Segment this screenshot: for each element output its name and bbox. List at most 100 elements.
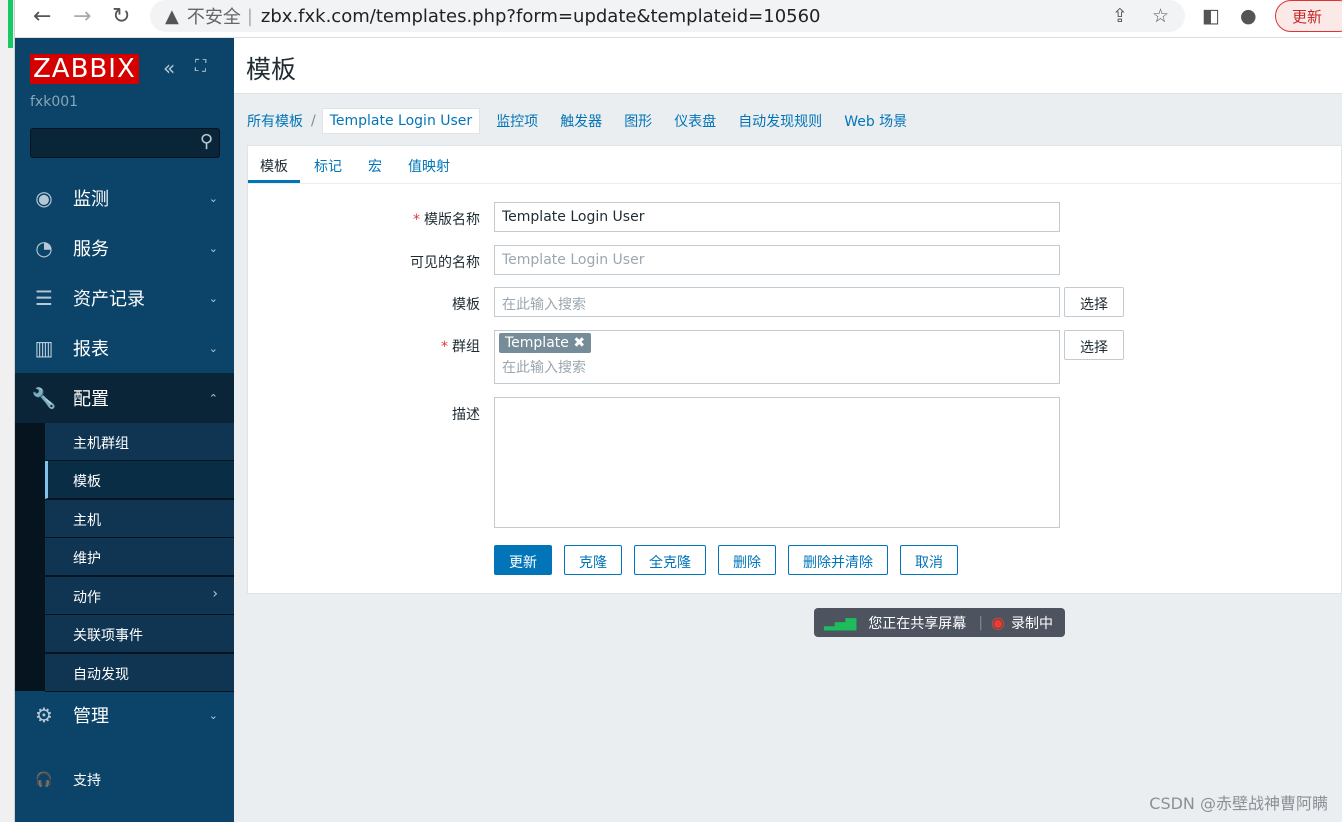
share-icon[interactable]: ⇪ — [1112, 5, 1128, 27]
name-label: * 模版名称 — [413, 212, 480, 228]
star-icon[interactable]: ☆ — [1152, 5, 1169, 27]
visible-name-label: 可见的名称 — [410, 255, 480, 271]
tab-template[interactable]: 模板 — [248, 146, 300, 183]
chevron-right-icon: › — [212, 586, 218, 602]
menu-administration[interactable]: ⚙ 管理 ⌄ — [15, 690, 234, 740]
update-button[interactable]: 更新 — [494, 545, 552, 575]
menu-configuration[interactable]: 🔧 配置 ⌃ — [15, 373, 234, 423]
submenu-maintenance[interactable]: 维护 — [45, 538, 234, 576]
back-icon[interactable]: ← — [33, 4, 51, 29]
menu-label: 资产记录 — [73, 289, 145, 310]
headset-icon: 🎧 — [35, 772, 53, 788]
link-dashboards[interactable]: 仪表盘 — [674, 111, 716, 131]
security-label: 不安全 — [186, 7, 241, 28]
submenu-host-groups[interactable]: 主机群组 — [45, 423, 234, 461]
link-triggers[interactable]: 触发器 — [560, 111, 602, 131]
chevron-down-icon: ⌄ — [208, 708, 218, 722]
clone-button[interactable]: 克隆 — [564, 545, 622, 575]
recording-text: 录制中 — [1011, 615, 1053, 632]
templates-select-button[interactable]: 选择 — [1064, 287, 1124, 317]
tab-macros[interactable]: 宏 — [356, 146, 394, 183]
reload-icon[interactable]: ↻ — [112, 4, 130, 29]
delete-and-clear-button[interactable]: 删除并清除 — [788, 545, 888, 575]
link-discovery-rules[interactable]: 自动发现规则 — [738, 111, 822, 131]
menu-label: 配置 — [73, 389, 109, 410]
menu-label: 支持 — [73, 773, 101, 789]
full-clone-button[interactable]: 全克隆 — [634, 545, 706, 575]
browser-update-button[interactable]: 更新 — [1275, 0, 1342, 32]
templates-search-input[interactable]: 在此输入搜索 — [494, 287, 1060, 317]
collapse-icon[interactable]: « — [163, 56, 175, 80]
chevron-down-icon: ⌄ — [208, 341, 218, 355]
breadcrumb-current-template[interactable]: Template Login User — [321, 108, 481, 134]
menu-label: 报表 — [73, 339, 109, 360]
signal-icon: ▂▄▆ — [824, 614, 857, 631]
eye-icon: ◉ — [35, 186, 53, 210]
page-header: 模板 — [234, 38, 1342, 94]
form-buttons: 更新 克隆 全克隆 删除 删除并清除 取消 — [494, 545, 958, 575]
form-tabs: 模板 标记 宏 值映射 — [248, 146, 1341, 184]
groups-multiselect[interactable]: Template ✖ 在此输入搜索 — [494, 330, 1060, 384]
group-tag: Template ✖ — [499, 333, 592, 353]
menu-inventory[interactable]: ☰ 资产记录 ⌄ — [15, 273, 234, 323]
zabbix-logo[interactable]: ZABBIX — [30, 54, 139, 84]
delete-button[interactable]: 删除 — [718, 545, 776, 575]
kiosk-icon[interactable]: ⛶ — [195, 56, 206, 76]
address-bar[interactable]: ▲ 不安全 | zbx.fxk.com/templates.php?form=u… — [150, 0, 1185, 32]
visible-name-input[interactable]: Template Login User — [494, 245, 1060, 275]
cancel-button[interactable]: 取消 — [900, 545, 958, 575]
submenu-discovery[interactable]: 自动发现 — [45, 654, 234, 692]
submenu-templates[interactable]: 模板 — [45, 461, 234, 499]
browser-toolbar: ← → ↻ ▲ 不安全 | zbx.fxk.com/templates.php?… — [15, 0, 1342, 38]
groups-search-input[interactable]: 在此输入搜索 — [499, 353, 1055, 377]
screen-share-indicator: ▂▄▆ 您正在共享屏幕 | ◉ 录制中 — [814, 608, 1065, 637]
link-items[interactable]: 监控项 — [496, 111, 538, 131]
menu-label: 管理 — [73, 706, 109, 727]
menu-support[interactable]: 🎧 支持 — [15, 755, 234, 805]
chevron-up-icon: ⌃ — [208, 391, 218, 405]
breadcrumb-all-templates[interactable]: 所有模板 — [247, 111, 303, 131]
description-textarea[interactable] — [494, 397, 1060, 528]
submenu-actions[interactable]: 动作 › — [45, 577, 234, 615]
groups-select-button[interactable]: 选择 — [1064, 330, 1124, 360]
template-name-input[interactable]: Template Login User — [494, 202, 1060, 232]
background-window-edge — [0, 0, 15, 822]
share-text: 您正在共享屏幕 — [868, 615, 967, 632]
watermark: CSDN @赤壁战神曹阿瞒 — [1149, 794, 1328, 813]
groups-label: * 群组 — [441, 339, 480, 355]
link-web-scenarios[interactable]: Web 场景 — [844, 111, 907, 131]
menu-label: 服务 — [73, 239, 109, 260]
chevron-down-icon: ⌄ — [208, 191, 218, 205]
sidebar-search-input[interactable]: ⚲ — [30, 128, 220, 158]
tab-value-mapping[interactable]: 值映射 — [396, 146, 462, 183]
menu-label: 监测 — [73, 189, 109, 210]
submenu-event-correlation[interactable]: 关联项事件 — [45, 615, 234, 653]
menu-monitoring[interactable]: ◉ 监测 ⌄ — [15, 173, 234, 223]
chart-icon: ▥ — [34, 336, 54, 360]
menu-reports[interactable]: ▥ 报表 ⌄ — [15, 323, 234, 373]
configuration-submenu: 主机群组 模板 主机 维护 动作 › 关联项事件 自动发现 — [15, 423, 234, 692]
chevron-down-icon: ⌄ — [208, 241, 218, 255]
breadcrumb: 所有模板 / Template Login User 监控项 触发器 图形 仪表… — [247, 108, 929, 134]
profile-icon[interactable]: ● — [1240, 5, 1257, 27]
warning-icon: ▲ — [165, 5, 179, 27]
sidebar: ZABBIX « ⛶ fxk001 ⚲ ◉ 监测 ⌄ ◔ 服务 ⌄ ☰ 资产记录 ⌄ ▥ 报表… — [15, 38, 234, 822]
search-icon[interactable]: ⚲ — [200, 131, 213, 152]
username: fxk001 — [30, 94, 79, 110]
sidepanel-icon[interactable]: ◧ — [1202, 5, 1220, 27]
description-label: 描述 — [452, 407, 480, 423]
stopwatch-icon: ◔ — [35, 236, 53, 260]
submenu-label: 动作 — [73, 590, 101, 606]
forward-icon[interactable]: → — [73, 4, 91, 29]
link-graphs[interactable]: 图形 — [624, 111, 652, 131]
menu-services[interactable]: ◔ 服务 ⌄ — [15, 223, 234, 273]
tab-tags[interactable]: 标记 — [302, 146, 354, 183]
gear-icon: ⚙ — [35, 703, 53, 727]
wrench-icon: 🔧 — [31, 386, 57, 410]
template-form-panel: 模板 标记 宏 值映射 * 模版名称 Template Login User 可见… — [247, 145, 1342, 594]
templates-label: 模板 — [452, 297, 480, 313]
record-icon: ◉ — [991, 613, 1005, 632]
remove-tag-icon[interactable]: ✖ — [573, 335, 585, 351]
submenu-hosts[interactable]: 主机 — [45, 500, 234, 538]
page-title: 模板 — [246, 55, 297, 84]
